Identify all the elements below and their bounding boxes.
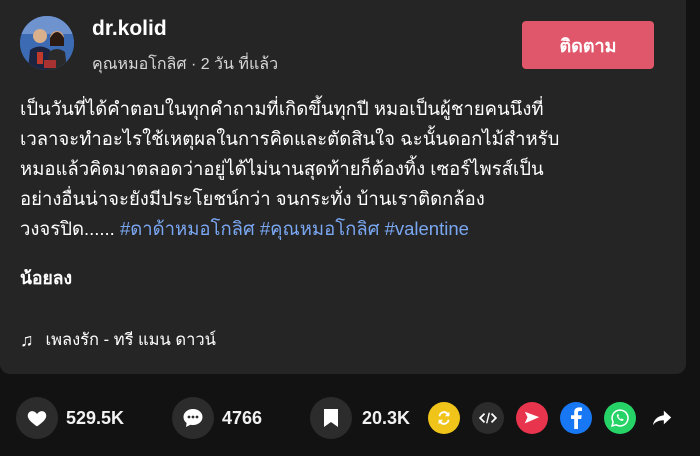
follow-button[interactable]: ติดตาม: [522, 21, 654, 69]
share-arrow-icon[interactable]: [646, 402, 678, 434]
action-bar: 529.5K 4766 20.3K: [0, 396, 700, 440]
like-count: 529.5K: [66, 407, 125, 428]
send-icon[interactable]: [516, 402, 548, 434]
whatsapp-icon[interactable]: [604, 402, 636, 434]
heart-icon: [16, 397, 58, 439]
music-note-icon: ♫: [20, 329, 34, 350]
hashtag-link[interactable]: #ดาด้าหมอโกลิศ: [120, 218, 255, 239]
like-button[interactable]: 529.5K: [16, 396, 124, 440]
author-username[interactable]: dr.kolid: [92, 17, 167, 41]
caption-line: อย่างอื่นน่าจะยังมีประโยชน์กว่า จนกระทั่…: [20, 188, 485, 209]
video-description-card: dr.kolid คุณหมอโกลิศ · 2 วัน ที่แล้ว ติด…: [0, 0, 686, 374]
avatar[interactable]: [20, 16, 74, 70]
comment-icon: [172, 397, 214, 439]
music-title: เพลงรัก - ทรี แมน ดาวน์: [45, 331, 216, 349]
music-link[interactable]: ♫ เพลงรัก - ทรี แมน ดาวน์: [20, 327, 216, 353]
save-count: 20.3K: [362, 407, 411, 428]
caption-line: เวลาจะทำอะไรใช้เหตุผลในการคิดและตัดสินใจ…: [20, 128, 560, 149]
caption-line: เป็นวันที่ได้คำตอบในทุกคำถามที่เกิดขึ้นท…: [20, 98, 544, 119]
save-button[interactable]: 20.3K: [310, 396, 410, 440]
see-less-button[interactable]: น้อยลง: [20, 264, 72, 292]
facebook-icon[interactable]: [560, 402, 592, 434]
repost-icon[interactable]: [428, 402, 460, 434]
bookmark-icon: [310, 397, 352, 439]
video-caption: เป็นวันที่ได้คำตอบในทุกคำถามที่เกิดขึ้นท…: [20, 94, 670, 244]
caption-text: วงจรปิด......: [20, 218, 115, 239]
caption-line: หมอแล้วคิดมาตลอดว่าอยู่ได้ไม่นานสุดท้ายก…: [20, 158, 544, 179]
hashtag-link[interactable]: #valentine: [385, 218, 469, 239]
comment-count: 4766: [222, 407, 263, 428]
hashtag-link[interactable]: #คุณหมอโกลิศ: [260, 218, 380, 239]
author-meta: คุณหมอโกลิศ · 2 วัน ที่แล้ว: [92, 56, 279, 73]
embed-icon[interactable]: [472, 402, 504, 434]
caption-line-last: วงจรปิด...... #ดาด้าหมอโกลิศ #คุณหมอโกลิ…: [20, 214, 670, 244]
comment-button[interactable]: 4766: [172, 396, 262, 440]
avatar-photo-icon: [20, 16, 74, 70]
